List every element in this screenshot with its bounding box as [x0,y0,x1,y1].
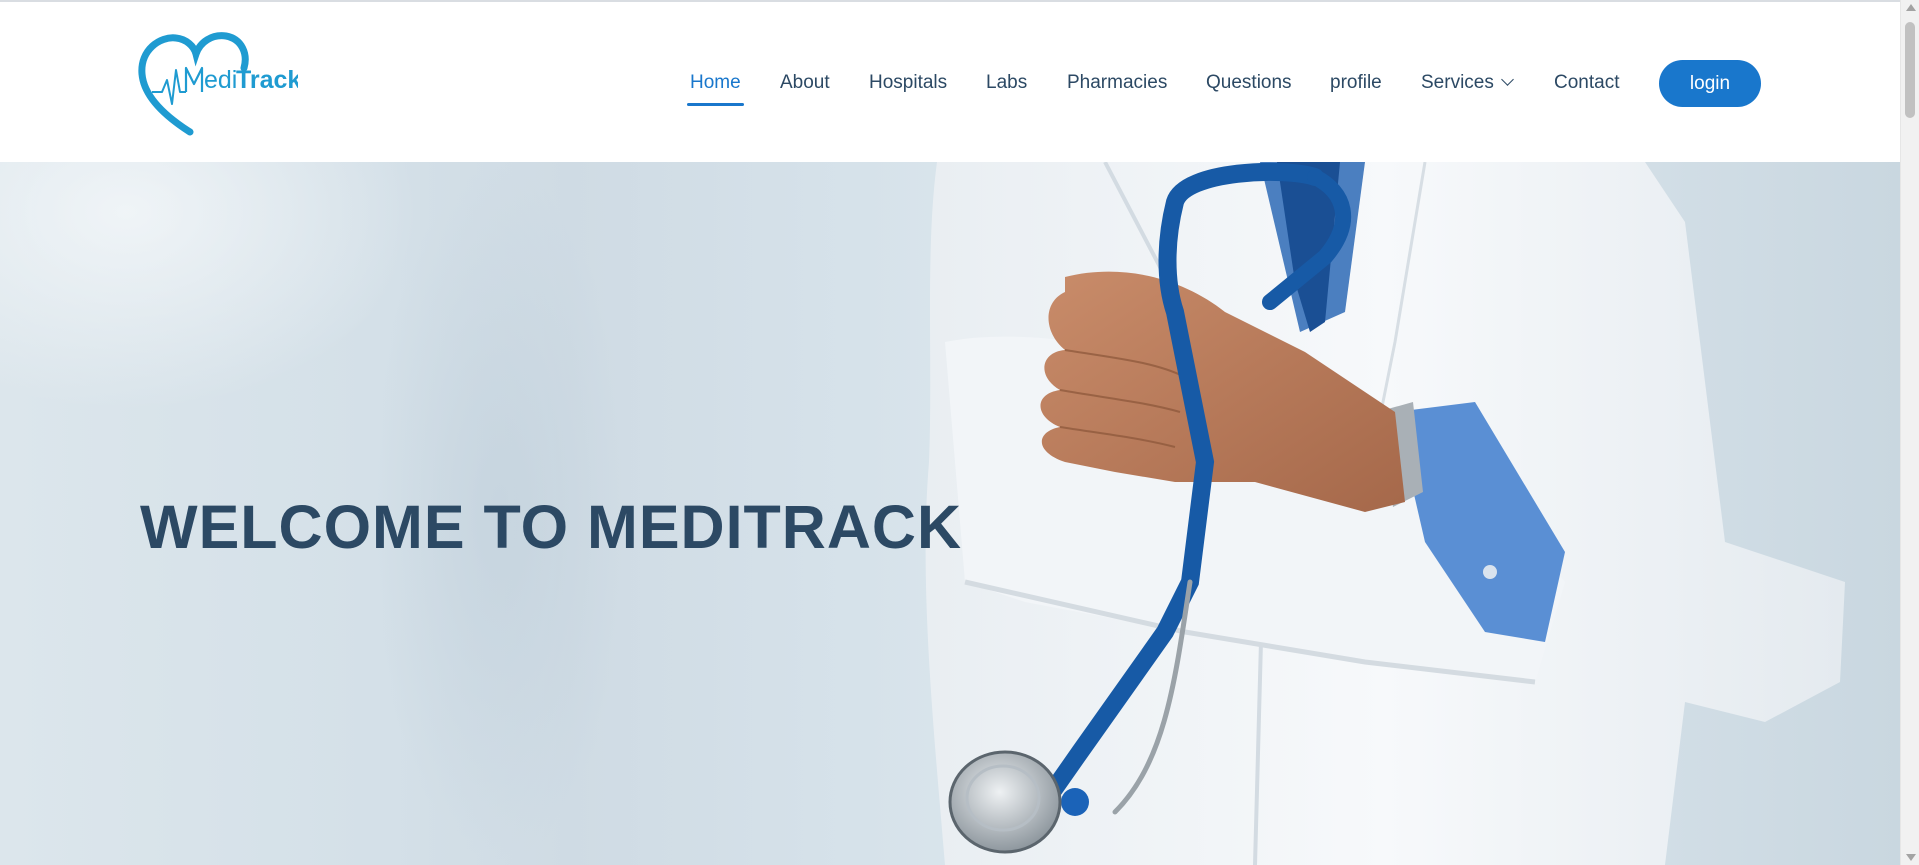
nav-labs[interactable]: Labs [986,71,1027,107]
hero-title: WELCOME TO MEDITRACK [140,493,962,561]
chevron-down-icon [1500,73,1514,86]
scroll-down-arrow-icon[interactable] [1906,854,1916,861]
nav-home[interactable]: Home [687,71,744,107]
nav-services[interactable]: Services [1421,71,1514,107]
hero-background-highlight [0,162,420,412]
scrollbar-thumb[interactable] [1905,22,1915,118]
nav-profile[interactable]: profile [1330,71,1382,107]
nav-hospitals[interactable]: Hospitals [869,71,947,107]
main-nav: Home About Hospitals Labs Pharmacies Que… [0,71,1900,111]
nav-pharmacies[interactable]: Pharmacies [1067,71,1167,107]
nav-questions[interactable]: Questions [1206,71,1292,107]
login-button[interactable]: login [1659,60,1761,107]
nav-contact[interactable]: Contact [1554,71,1619,107]
scroll-up-arrow-icon[interactable] [1906,4,1916,11]
nav-services-label: Services [1421,72,1494,93]
site-header: edi Track Home About Hospitals Labs Phar… [0,2,1900,162]
nav-about[interactable]: About [780,71,830,107]
doctor-with-stethoscope-photo [925,162,1845,865]
page-scrollbar[interactable] [1900,0,1919,865]
hero-section: WELCOME TO MEDITRACK [0,162,1900,865]
